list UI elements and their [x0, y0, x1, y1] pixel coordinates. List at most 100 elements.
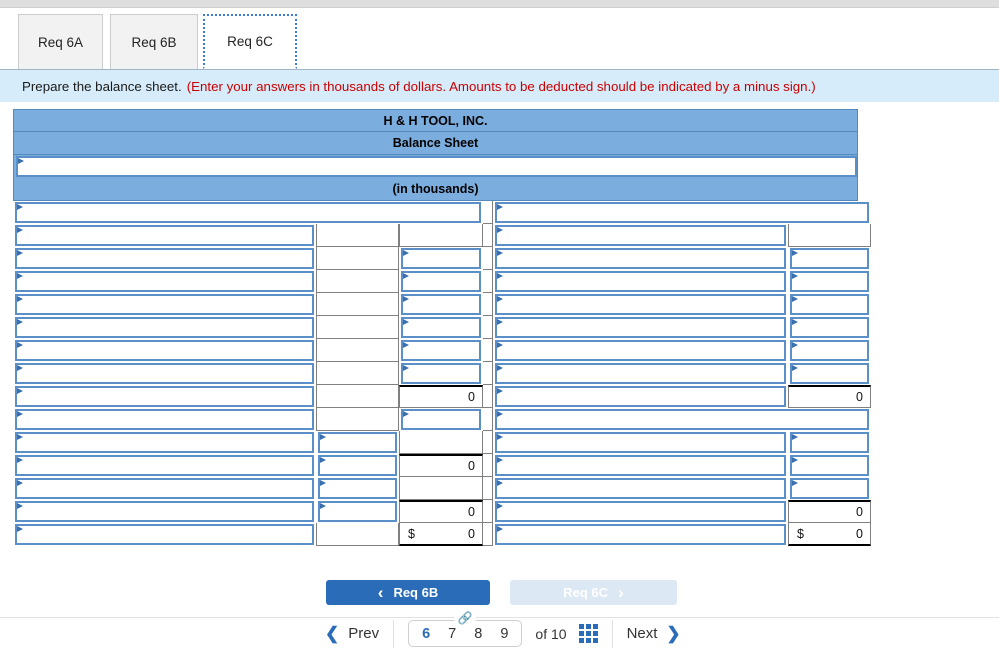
page-total-text: of 10: [535, 626, 566, 642]
left-label-input-4[interactable]: [15, 294, 314, 315]
left-amount-input-4[interactable]: [401, 294, 481, 315]
left-sub-input-12[interactable]: [318, 478, 397, 499]
right-amount-input-6[interactable]: [790, 340, 869, 361]
right-label-input-0[interactable]: [495, 202, 869, 223]
right-amount-13: 0: [788, 500, 871, 523]
dropdown-triangle-icon: [17, 342, 23, 348]
table-row: [13, 224, 871, 247]
left-label-input-14[interactable]: [15, 524, 314, 545]
left-label-input-9[interactable]: [15, 409, 314, 430]
left-amount-input-5[interactable]: [401, 317, 481, 338]
right-label-input-13[interactable]: [495, 501, 786, 522]
right-label-input-11[interactable]: [495, 455, 786, 476]
left-sub-cell-7: [316, 362, 399, 385]
pagination-prev-button[interactable]: ❮ Prev: [325, 624, 379, 644]
left-label-input-2[interactable]: [15, 248, 314, 269]
left-label-input-7[interactable]: [15, 363, 314, 384]
right-label-input-1[interactable]: [495, 225, 786, 246]
req-prev-button[interactable]: ‹ Req 6B: [326, 580, 490, 605]
left-label-input-5[interactable]: [15, 317, 314, 338]
left-label-input-12[interactable]: [15, 478, 314, 499]
left-sub-input-13[interactable]: [318, 501, 397, 522]
left-amount-cell-10: [399, 431, 483, 454]
left-sub-input-11[interactable]: [318, 455, 397, 476]
dropdown-triangle-icon: [17, 434, 23, 440]
tab-req-6a[interactable]: Req 6A: [18, 14, 103, 69]
right-label-input-10[interactable]: [495, 432, 786, 453]
right-label-input-8[interactable]: [495, 386, 786, 407]
right-label-input-5[interactable]: [495, 317, 786, 338]
left-label-input-6[interactable]: [15, 340, 314, 361]
dropdown-triangle-icon: [497, 526, 503, 532]
left-amount-13: 0: [399, 500, 483, 523]
right-label-input-3[interactable]: [495, 271, 786, 292]
top-gray-strip: [0, 0, 999, 8]
left-gap-cell-0: [483, 201, 493, 224]
table-row: [13, 270, 869, 293]
right-amount-input-12[interactable]: [790, 478, 869, 499]
left-gap-cell-6: [483, 339, 493, 362]
left-sub-input-10[interactable]: [318, 432, 397, 453]
table-row: 0: [13, 454, 869, 477]
right-amount-input-11[interactable]: [790, 455, 869, 476]
dropdown-triangle-icon: [497, 457, 503, 463]
sheet-date-input[interactable]: [16, 156, 857, 177]
left-label-input-0[interactable]: [15, 202, 481, 223]
table-row: 00: [13, 500, 871, 523]
left-label-input-8[interactable]: [15, 386, 314, 407]
tab-req-6b[interactable]: Req 6B: [110, 14, 198, 69]
right-amount-14-currency: $: [797, 526, 804, 541]
right-label-input-7[interactable]: [495, 363, 786, 384]
right-label-input-4[interactable]: [495, 294, 786, 315]
left-amount-8-amount: 0: [468, 390, 475, 404]
dropdown-triangle-icon: [17, 319, 23, 325]
dropdown-triangle-icon: [497, 273, 503, 279]
right-label-input-12[interactable]: [495, 478, 786, 499]
left-label-input-1[interactable]: [15, 225, 314, 246]
dropdown-triangle-icon: [497, 227, 503, 233]
left-amount-14-amount: 0: [468, 526, 475, 541]
pagination-next-button[interactable]: Next ❯: [627, 624, 681, 644]
dropdown-triangle-icon: [792, 342, 798, 348]
dropdown-triangle-icon: [497, 434, 503, 440]
right-amount-input-5[interactable]: [790, 317, 869, 338]
right-amount-input-4[interactable]: [790, 294, 869, 315]
page-number-9[interactable]: 9: [500, 626, 508, 642]
req-prev-label: Req 6B: [393, 585, 439, 600]
dropdown-triangle-icon: [497, 411, 503, 417]
dropdown-triangle-icon: [403, 365, 409, 371]
left-label-input-11[interactable]: [15, 455, 314, 476]
dropdown-triangle-icon: [497, 296, 503, 302]
right-label-input-14[interactable]: [495, 524, 786, 545]
left-label-input-3[interactable]: [15, 271, 314, 292]
left-gap-cell-12: [483, 477, 493, 500]
page-number-7[interactable]: 7: [448, 626, 456, 642]
dropdown-triangle-icon: [17, 411, 23, 417]
grid-view-icon[interactable]: [578, 624, 598, 643]
right-label-input-2[interactable]: [495, 248, 786, 269]
left-amount-input-2[interactable]: [401, 248, 481, 269]
left-amount-input-9[interactable]: [401, 409, 481, 430]
left-label-input-10[interactable]: [15, 432, 314, 453]
left-amount-input-7[interactable]: [401, 363, 481, 384]
req-next-label: Req 6C: [563, 585, 609, 600]
left-sub-cell-3: [316, 270, 399, 293]
tab-req-6c[interactable]: Req 6C: [203, 14, 297, 69]
dropdown-triangle-icon: [792, 319, 798, 325]
right-label-input-9[interactable]: [495, 409, 869, 430]
right-amount-input-10[interactable]: [790, 432, 869, 453]
sheet-units-label: (in thousands): [392, 182, 479, 196]
right-amount-input-3[interactable]: [790, 271, 869, 292]
left-amount-input-3[interactable]: [401, 271, 481, 292]
right-label-input-6[interactable]: [495, 340, 786, 361]
left-gap-cell-11: [483, 454, 493, 477]
right-amount-input-2[interactable]: [790, 248, 869, 269]
instruction-main: Prepare the balance sheet.: [22, 78, 182, 94]
pagination-prev-label: Prev: [348, 625, 380, 642]
right-amount-input-7[interactable]: [790, 363, 869, 384]
page-number-6[interactable]: 6: [422, 626, 430, 642]
page-number-8[interactable]: 8: [474, 626, 482, 642]
dropdown-triangle-icon: [497, 204, 503, 210]
left-amount-input-6[interactable]: [401, 340, 481, 361]
left-label-input-13[interactable]: [15, 501, 314, 522]
